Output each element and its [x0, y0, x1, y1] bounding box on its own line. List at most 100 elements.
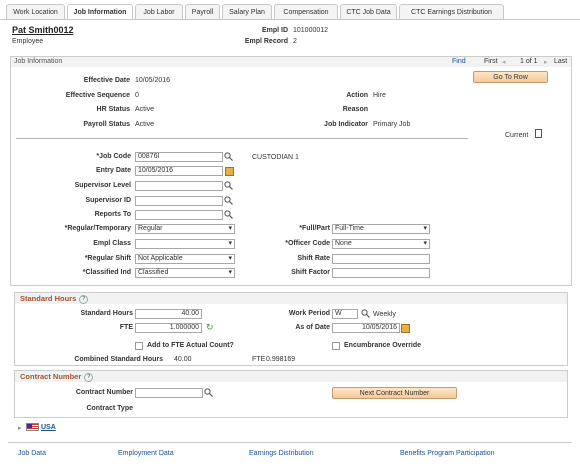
combined-fte-label: FTE — [252, 356, 266, 363]
hr-status-value: Active — [135, 106, 155, 113]
as-of-date-field[interactable]: 10/05/2016 — [332, 323, 400, 333]
usa-link[interactable]: USA — [41, 424, 56, 431]
entry-date-label: Entry Date — [95, 167, 131, 174]
calendar-icon[interactable] — [401, 324, 410, 333]
contract-number-label: Contract Number — [75, 389, 133, 396]
footer-link-benefits-program[interactable]: Benefits Program Participation — [400, 450, 495, 457]
footer-link-employment-data[interactable]: Employment Data — [118, 450, 174, 457]
usa-flag-icon — [26, 423, 39, 431]
shift-factor-label: Shift Factor — [291, 269, 330, 276]
search-icon[interactable] — [224, 181, 233, 190]
effective-sequence-label: Effective Sequence — [65, 92, 130, 99]
refresh-icon[interactable]: ↻ — [206, 322, 214, 333]
next-icon[interactable]: ▸ — [544, 58, 548, 66]
help-icon[interactable]: ? — [84, 372, 94, 382]
empl-class-label: Empl Class — [93, 240, 131, 247]
empl-class-select[interactable] — [135, 239, 235, 249]
reports-to-field[interactable] — [135, 210, 223, 220]
search-icon[interactable] — [224, 210, 233, 219]
add-to-fte-checkbox[interactable] — [135, 342, 143, 350]
tab-divider — [0, 19, 580, 20]
footer-divider — [8, 442, 572, 443]
search-icon[interactable] — [204, 388, 213, 397]
classified-ind-select[interactable]: Classified — [135, 268, 235, 278]
first-link[interactable]: First — [484, 58, 498, 65]
contract-number-field[interactable] — [135, 388, 203, 398]
job-indicator-value: Primary Job — [373, 121, 411, 128]
go-to-row-button[interactable]: Go To Row — [473, 71, 548, 83]
effective-date-value: 10/05/2016 — [135, 77, 171, 84]
current-record-icon — [535, 129, 542, 138]
supervisor-level-field[interactable] — [135, 181, 223, 191]
reason-label: Reason — [342, 106, 368, 113]
job-code-label: *Job Code — [96, 153, 131, 160]
reports-to-label: Reports To — [94, 211, 131, 218]
standard-hours-title: Standard Hours? — [20, 294, 89, 304]
standard-hours-label: Standard Hours — [80, 310, 133, 317]
search-icon[interactable] — [361, 309, 370, 318]
current-label: Current — [505, 132, 529, 139]
officer-code-label: *Officer Code — [285, 240, 330, 247]
supervisor-id-field[interactable] — [135, 196, 223, 206]
combined-fte-value: 0.998169 — [266, 356, 296, 363]
employee-role: Employee — [12, 38, 44, 45]
action-label: Action — [346, 92, 368, 99]
tab-ctc-job-data[interactable]: CTC Job Data — [340, 4, 397, 19]
shift-factor-field[interactable] — [332, 268, 430, 278]
action-value: Hire — [373, 92, 386, 99]
encumbrance-override-checkbox[interactable] — [332, 342, 340, 350]
encumbrance-override-label: Encumbrance Override — [344, 342, 422, 349]
combined-standard-hours-label: Combined Standard Hours — [74, 356, 163, 363]
divider — [16, 138, 468, 139]
classified-ind-label: *Classified Ind — [82, 269, 131, 276]
full-part-select[interactable]: Full-Time — [332, 224, 430, 234]
tab-salary-plan[interactable]: Salary Plan — [222, 4, 272, 19]
pager-count: 1 of 1 — [520, 58, 538, 65]
contract-type-label: Contract Type — [86, 405, 133, 412]
employee-name: Pat Smith0012 — [12, 25, 74, 35]
full-part-label: *Full/Part — [299, 225, 330, 232]
find-link[interactable]: Find — [452, 58, 466, 65]
as-of-date-label: As of Date — [295, 324, 330, 331]
effective-date-label: Effective Date — [83, 77, 130, 84]
regular-shift-select[interactable]: Not Applicable — [135, 254, 235, 264]
work-period-description: Weekly — [373, 311, 396, 318]
shift-rate-label: Shift Rate — [297, 255, 330, 262]
search-icon[interactable] — [224, 196, 233, 205]
work-period-field[interactable]: W — [332, 309, 358, 319]
empl-record-label: Empl Record — [244, 38, 288, 45]
standard-hours-field[interactable]: 40.00 — [135, 309, 202, 319]
tab-job-labor[interactable]: Job Labor — [135, 4, 183, 19]
hr-status-label: HR Status — [96, 106, 130, 113]
tab-ctc-earnings-distribution[interactable]: CTC Earnings Distribution — [399, 4, 504, 19]
job-info-title: Job Information — [14, 58, 63, 65]
contract-header-bar — [15, 371, 567, 382]
job-code-field[interactable]: 00876I — [135, 152, 223, 162]
regular-temporary-select[interactable]: Regular — [135, 224, 235, 234]
next-contract-number-button[interactable]: Next Contract Number — [332, 387, 457, 399]
officer-code-select[interactable]: None — [332, 239, 430, 249]
empl-id-label: Empl ID — [261, 27, 288, 34]
fte-label: FTE — [119, 324, 133, 331]
help-icon[interactable]: ? — [79, 294, 89, 304]
standard-hours-header-bar — [15, 293, 567, 304]
tab-work-location[interactable]: Work Location — [6, 4, 65, 19]
fte-field[interactable]: 1.000000 — [135, 323, 202, 333]
tab-payroll[interactable]: Payroll — [185, 4, 220, 19]
empl-record-value: 2 — [293, 38, 297, 45]
effective-sequence-value: 0 — [135, 92, 139, 99]
expand-icon[interactable]: ▸ — [18, 424, 22, 432]
calendar-icon[interactable] — [225, 167, 234, 176]
shift-rate-field[interactable] — [332, 254, 430, 264]
regular-shift-label: *Regular Shift — [84, 255, 131, 262]
footer-link-job-data[interactable]: Job Data — [18, 450, 46, 457]
entry-date-field[interactable]: 10/05/2016 — [135, 166, 223, 176]
previous-icon[interactable]: ◂ — [502, 58, 506, 66]
payroll-status-label: Payroll Status — [83, 121, 130, 128]
last-link[interactable]: Last — [554, 58, 567, 65]
tab-job-information[interactable]: Job Information — [67, 4, 133, 19]
work-period-label: Work Period — [288, 310, 330, 317]
footer-link-earnings-distribution[interactable]: Earnings Distribution — [249, 450, 314, 457]
search-icon[interactable] — [224, 152, 233, 161]
tab-compensation[interactable]: Compensation — [274, 4, 338, 19]
